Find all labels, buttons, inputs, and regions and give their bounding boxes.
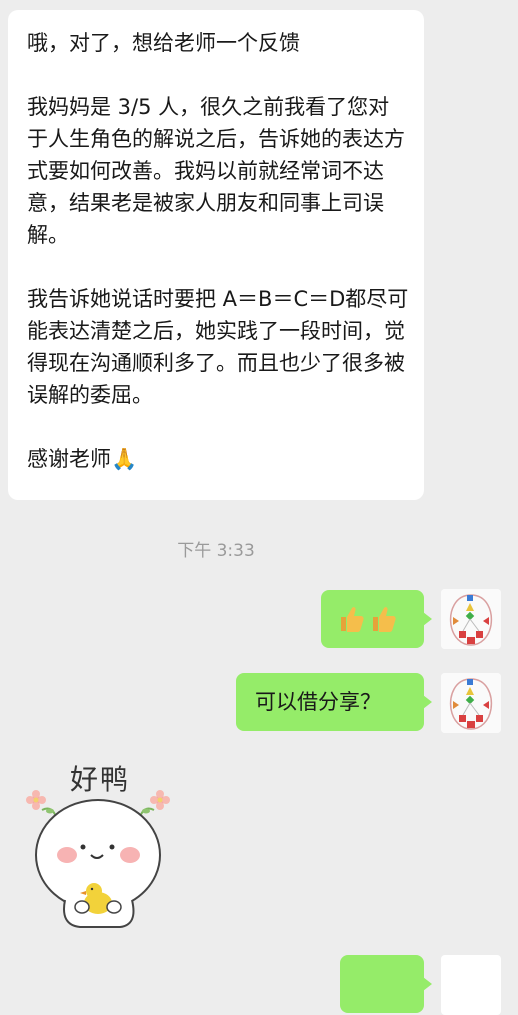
cute-bun-sticker[interactable] bbox=[20, 755, 180, 930]
thumbs-up-icon bbox=[339, 605, 365, 633]
thanks-text: 感谢老师 bbox=[27, 447, 111, 471]
outgoing-message-bubble[interactable]: 👍👍 bbox=[321, 590, 432, 648]
outgoing-message-bubble[interactable] bbox=[340, 955, 432, 1013]
user-avatar[interactable] bbox=[441, 673, 501, 733]
pray-icon: 🙏 bbox=[111, 447, 138, 471]
thumbs-up-icon bbox=[371, 605, 397, 633]
user-avatar[interactable] bbox=[441, 955, 501, 1015]
outgoing-message-bubble[interactable]: 可以借分享？ bbox=[236, 673, 432, 731]
message-timestamp: 下午 3:33 bbox=[177, 541, 255, 561]
message-paragraph: 我妈妈是 3/5 人，很久之前我看了您对于人生角色的解说之后，告诉她的表达方式要… bbox=[27, 95, 405, 247]
message-line: 哦，对了，想给老师一个反馈 bbox=[27, 31, 300, 55]
user-avatar[interactable] bbox=[441, 589, 501, 649]
incoming-message-bubble[interactable]: 哦，对了，想给老师一个反馈 我妈妈是 3/5 人，很久之前我看了您对于人生角色的… bbox=[8, 10, 424, 500]
message-paragraph: 感谢老师🙏 bbox=[27, 443, 410, 475]
message-paragraph: 我告诉她说话时要把 A＝B＝C＝D都尽可能表达清楚之后，她实践了一段时间，觉得现… bbox=[27, 287, 409, 407]
